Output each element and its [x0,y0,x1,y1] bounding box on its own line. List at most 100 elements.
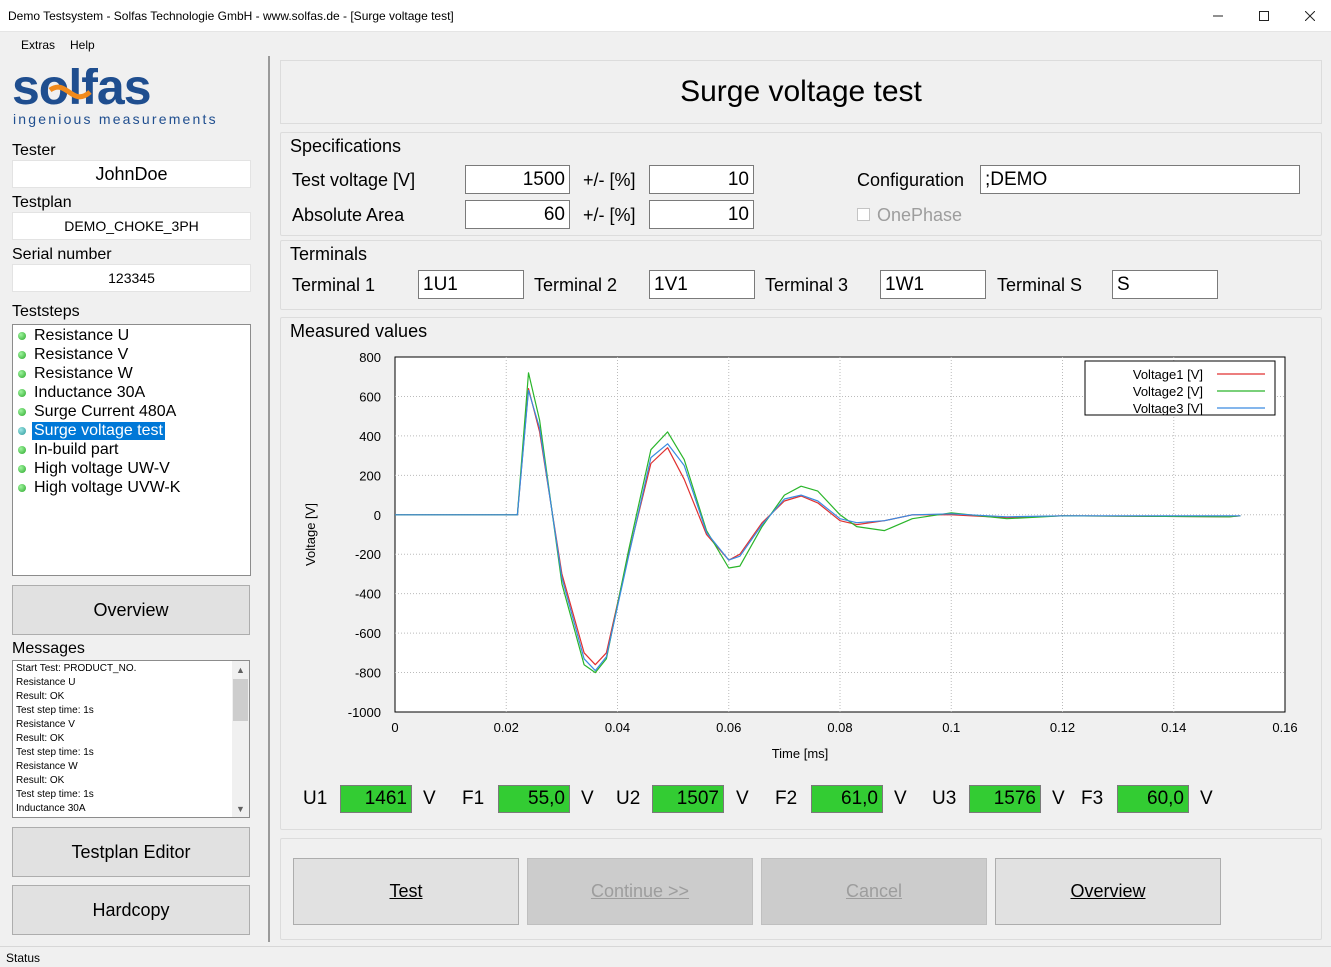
list-item[interactable]: Inductance 30A [18,384,147,402]
readout-label: F1 [462,788,485,809]
title-bar: Demo Testsystem - Solfas Technologie Gmb… [0,0,1331,32]
y-tick-label: 400 [359,429,381,444]
readout-unit: V [423,788,436,809]
message-line: Resistance W [16,761,78,772]
readout-value: 1507 [652,785,724,813]
voltage-chart: 0 0.02 0.04 0.06 0.08 0.1 0.12 0.14 0.16 800 600 40… [295,345,1315,770]
list-item-selected[interactable]: Surge voltage test [18,421,166,441]
close-icon[interactable] [1287,0,1331,31]
minimize-icon[interactable] [1195,0,1241,31]
tolerance-label: +/- [%] [583,205,636,225]
message-line: Result: OK [16,733,65,744]
readout-value: 61,0 [811,785,883,813]
logo-brand: solfas [12,68,151,115]
x-tick-label: 0.04 [605,720,630,735]
tolerance-label: +/- [%] [583,170,636,190]
messages-scrollbar[interactable]: ▲ ▼ [232,661,249,817]
x-axis-label: Time [ms] [772,746,829,761]
messages-list[interactable]: Start Test: PRODUCT_NO. Resistance U Res… [12,660,250,818]
menu-bar: Extras Help [0,33,1331,55]
readout-value: 55,0 [498,785,570,813]
test-button[interactable]: Test [293,858,519,925]
status-bar: Status [0,946,1331,967]
serial-field[interactable]: 123345 [12,264,251,292]
area-tolerance-input[interactable]: 10 [649,200,754,229]
testplan-editor-button[interactable]: Testplan Editor [12,827,250,877]
terminal3-input[interactable]: 1W1 [880,270,986,299]
scrollbar-thumb[interactable] [233,679,248,721]
list-item[interactable]: In-build part [18,441,121,459]
status-dot-icon [18,484,26,492]
continue-button[interactable]: Continue >> [527,858,753,925]
terminal3-label: Terminal 3 [765,275,849,295]
splitter[interactable] [268,56,270,942]
status-dot-icon [18,408,26,416]
list-item[interactable]: Resistance V [18,346,130,364]
message-line: Start Test: PRODUCT_NO. [16,663,137,674]
maximize-icon[interactable] [1241,0,1287,31]
status-dot-icon [18,465,26,473]
status-dot-icon [18,370,26,378]
x-tick-label: 0.14 [1161,720,1186,735]
x-tick-label: 0.02 [494,720,519,735]
test-voltage-label: Test voltage [V] [292,170,416,190]
teststeps-list[interactable]: Resistance U Resistance V Resistance W I… [12,324,251,576]
serial-label: Serial number [12,246,112,263]
legend-label: Voltage2 [V] [1133,384,1203,399]
readout-label: U1 [303,788,328,809]
readout-value: 1576 [969,785,1041,813]
y-tick-label: -1000 [348,705,381,720]
status-dot-icon [18,332,26,340]
scroll-up-icon[interactable]: ▲ [232,661,249,678]
tester-field[interactable]: JohnDoe [12,160,251,188]
readout-value: 60,0 [1117,785,1189,813]
list-item[interactable]: High voltage UVW-K [18,479,182,497]
readout-unit: V [1052,788,1065,809]
menu-help[interactable]: Help [70,38,95,52]
list-item[interactable]: High voltage UW-V [18,460,172,478]
readout-label: F2 [775,788,798,809]
list-item[interactable]: Resistance W [18,365,135,383]
legend-label: Voltage1 [V] [1133,367,1203,382]
x-tick-label: 0.08 [827,720,852,735]
chart-svg: 0 0.02 0.04 0.06 0.08 0.1 0.12 0.14 0.16 800 600 40… [303,350,1298,761]
y-tick-label: 0 [374,508,381,523]
message-line: Test step time: 1s [16,747,94,758]
terminal1-input[interactable]: 1U1 [418,270,524,299]
y-tick-label: 800 [359,350,381,365]
y-tick-label: -600 [355,626,381,641]
list-item[interactable]: Resistance U [18,327,131,345]
hardcopy-button[interactable]: Hardcopy [12,885,250,935]
terminal2-input[interactable]: 1V1 [649,270,755,299]
testplan-field[interactable]: DEMO_CHOKE_3PH [12,212,251,240]
x-tick-label: 0.12 [1050,720,1075,735]
x-tick-label: 0.16 [1272,720,1297,735]
configuration-input[interactable]: ;DEMO [980,165,1300,194]
voltage-tolerance-input[interactable]: 10 [649,165,754,194]
absolute-area-label: Absolute Area [292,205,405,225]
status-dot-icon [18,427,26,435]
message-line: Test step time: 1s [16,705,94,716]
readout-label: F3 [1081,788,1104,809]
readout-unit: V [581,788,594,809]
x-tick-label: 0.06 [716,720,741,735]
status-dot-icon [18,389,26,397]
readout-unit: V [736,788,749,809]
readout-value: 1461 [340,785,412,813]
terminal1-label: Terminal 1 [292,275,376,295]
cancel-button[interactable]: Cancel [761,858,987,925]
list-item[interactable]: Surge Current 480A [18,403,178,421]
testplan-label: Testplan [12,194,72,211]
terminal2-label: Terminal 2 [534,275,618,295]
menu-extras[interactable]: Extras [21,38,55,52]
status-dot-icon [18,446,26,454]
test-voltage-input[interactable]: 1500 [465,165,570,194]
overview-button-left[interactable]: Overview [12,585,250,635]
absolute-area-input[interactable]: 60 [465,200,570,229]
onephase-checkbox[interactable] [857,208,870,221]
overview-button[interactable]: Overview [995,858,1221,925]
x-tick-label: 0.1 [942,720,960,735]
legend-label: Voltage3 [V] [1133,401,1203,416]
terminal-s-input[interactable]: S [1112,270,1218,299]
scroll-down-icon[interactable]: ▼ [232,800,249,817]
